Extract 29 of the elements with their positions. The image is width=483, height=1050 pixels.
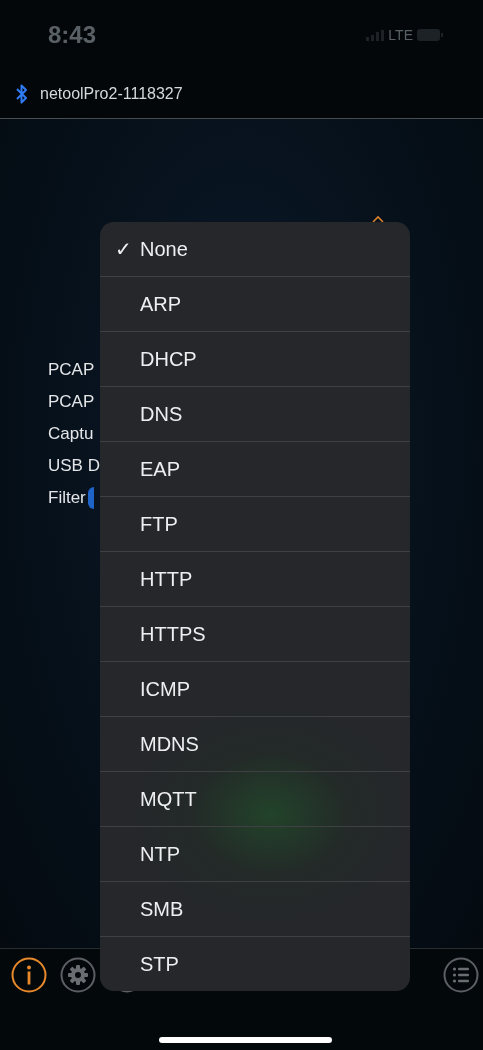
info-icon[interactable]	[11, 957, 47, 993]
settings-icon[interactable]	[60, 957, 96, 993]
network-label: LTE	[388, 27, 413, 43]
menu-item[interactable]: HTTPS	[100, 606, 410, 661]
menu-item[interactable]: NTP	[100, 826, 410, 881]
bluetooth-icon	[16, 84, 28, 104]
setting-label: Captu	[48, 424, 94, 444]
caret-icon	[372, 215, 384, 223]
menu-item[interactable]: DNS	[100, 386, 410, 441]
setting-label: Filter	[48, 488, 86, 508]
signal-icon	[366, 29, 385, 41]
list-icon[interactable]	[443, 957, 479, 993]
setting-label: PCAP	[48, 360, 95, 380]
menu-item[interactable]: MQTT	[100, 771, 410, 826]
setting-label: USB D	[48, 456, 100, 476]
menu-item[interactable]: EAP	[100, 441, 410, 496]
device-name: netoolPro2-1118327	[40, 85, 183, 103]
menu-item[interactable]: FTP	[100, 496, 410, 551]
menu-item[interactable]: SMB	[100, 881, 410, 936]
menu-item[interactable]: HTTP	[100, 551, 410, 606]
battery-icon	[417, 29, 443, 41]
setting-label: PCAP	[48, 392, 95, 412]
status-time: 8:43	[48, 21, 97, 49]
menu-item[interactable]: ✓ None	[100, 222, 410, 276]
menu-item[interactable]: STP	[100, 936, 410, 991]
menu-item[interactable]: MDNS	[100, 716, 410, 771]
menu-item[interactable]: ICMP	[100, 661, 410, 716]
menu-item[interactable]: DHCP	[100, 331, 410, 386]
menu-item[interactable]: ARP	[100, 276, 410, 331]
